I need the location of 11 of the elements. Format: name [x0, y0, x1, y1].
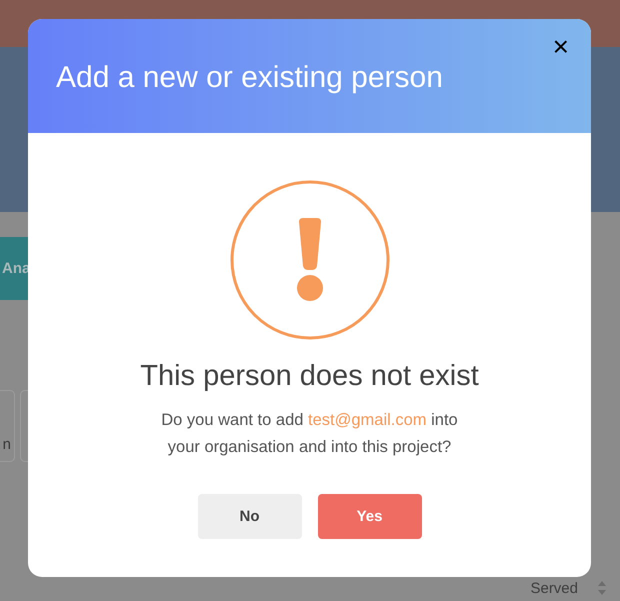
warning-icon — [230, 180, 390, 340]
dialog-title: Add a new or existing person — [56, 61, 443, 95]
yes-button[interactable]: Yes — [318, 494, 422, 539]
column-header[interactable]: Served — [530, 580, 578, 596]
dialog-heading: This person does not exist — [140, 360, 479, 393]
sort-icon[interactable] — [598, 581, 606, 595]
email-address: test@gmail.com — [308, 411, 427, 429]
no-button[interactable]: No — [198, 494, 302, 539]
dialog-message: Do you want to add test@gmail.com into your organisation and into this project? — [160, 410, 459, 458]
close-button[interactable]: × — [548, 33, 573, 61]
option-card[interactable]: n — [0, 390, 15, 462]
